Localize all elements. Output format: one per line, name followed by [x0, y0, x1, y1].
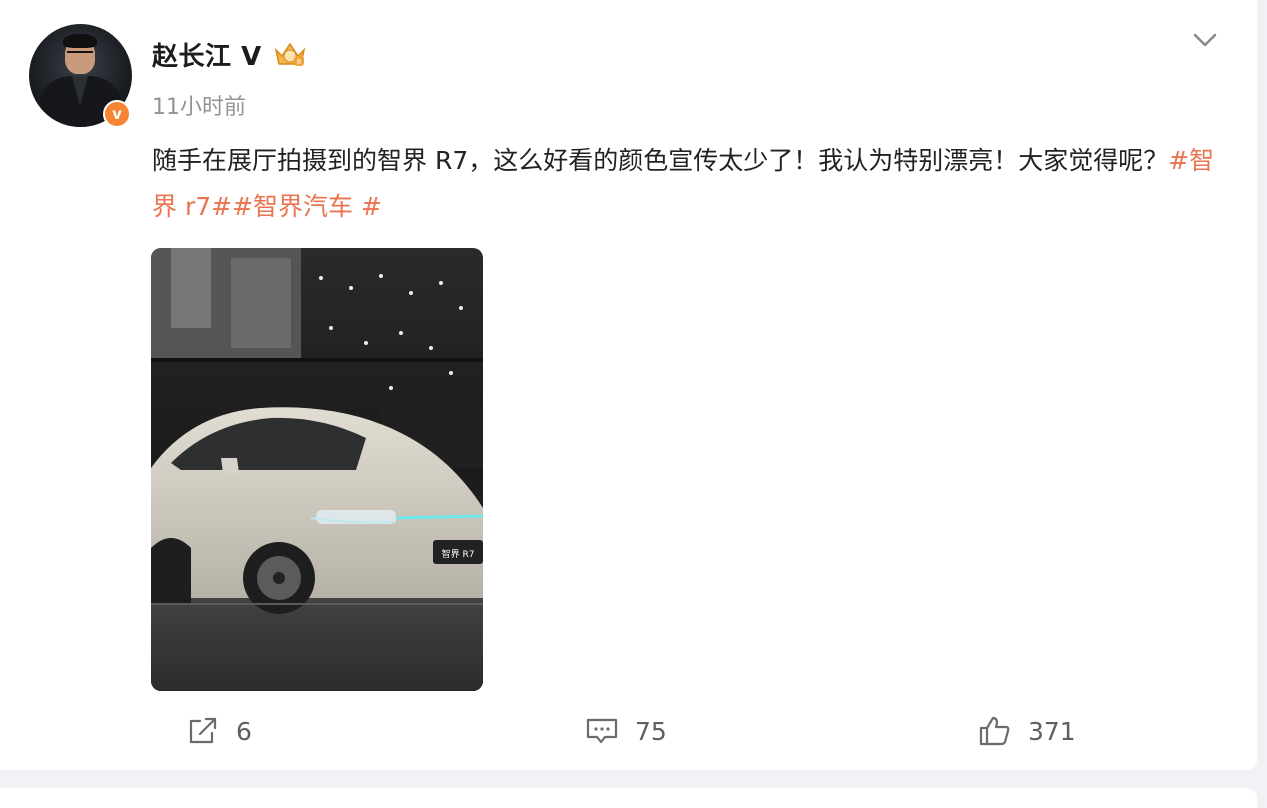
next-post-card [0, 788, 1257, 808]
like-button[interactable]: 371 [978, 708, 1076, 754]
like-count: 371 [1028, 716, 1076, 746]
verified-letter: V [241, 42, 262, 72]
verified-badge-icon: v [103, 100, 131, 128]
comment-button[interactable]: 75 [585, 708, 667, 754]
comment-icon [586, 718, 618, 744]
svg-text:8: 8 [297, 58, 301, 66]
repost-count: 6 [236, 716, 252, 746]
license-plate-text: 智界 R7 [442, 548, 475, 560]
post-timestamp[interactable]: 11小时前 [152, 89, 246, 121]
repost-button[interactable]: 6 [186, 708, 252, 754]
post-body: 随手在展厅拍摄到的智界 R7，这么好看的颜色宣传太少了！我认为特别漂亮！大家觉得… [152, 138, 1222, 230]
hashtag-link[interactable]: #智界汽车 # [232, 192, 382, 221]
avatar-glasses-shape [67, 51, 93, 59]
author-name-text[interactable]: 赵长江 [152, 42, 232, 72]
repost-icon [189, 717, 217, 744]
vip-crown-badge-icon[interactable]: 8 [272, 38, 308, 70]
comment-count: 75 [635, 716, 667, 746]
avatar-hair-shape [63, 34, 97, 48]
author-name[interactable]: 赵长江 V [152, 36, 262, 73]
post-text: 随手在展厅拍摄到的智界 R7，这么好看的颜色宣传太少了！我认为特别漂亮！大家觉得… [152, 146, 1169, 175]
thumbs-up-icon [979, 716, 1010, 746]
post-image[interactable]: 智界 R7 [151, 248, 483, 691]
post-card: v 赵长江 V 8 11小时前 随手在展厅拍摄到的智界 R7，这么好看的颜色宣传… [0, 0, 1257, 770]
car-photo: 智界 R7 [151, 248, 483, 691]
chevron-down-icon[interactable] [1189, 28, 1221, 52]
